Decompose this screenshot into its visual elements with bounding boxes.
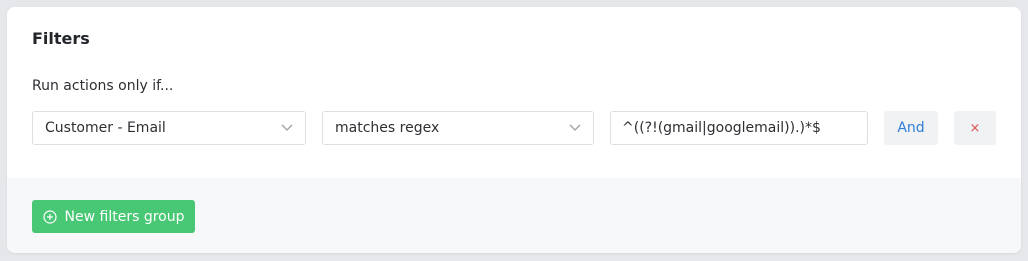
plus-circle-icon <box>42 209 57 224</box>
new-filters-group-button[interactable]: New filters group <box>32 200 195 233</box>
pattern-input[interactable] <box>610 111 868 145</box>
remove-condition-button[interactable]: × <box>954 111 996 145</box>
chevron-down-icon <box>281 124 293 131</box>
operator-select[interactable]: matches regex <box>322 111 594 145</box>
operator-select-value: matches regex <box>335 120 440 136</box>
field-select[interactable]: Customer - Email <box>32 111 306 145</box>
new-filters-group-label: New filters group <box>64 208 185 225</box>
chevron-down-icon <box>569 124 581 131</box>
filters-card: Filters Run actions only if... Customer … <box>7 7 1021 253</box>
page-title: Filters <box>32 29 90 48</box>
field-select-value: Customer - Email <box>45 120 166 136</box>
filters-subtitle: Run actions only if... <box>32 78 174 94</box>
and-button[interactable]: And <box>884 111 938 145</box>
